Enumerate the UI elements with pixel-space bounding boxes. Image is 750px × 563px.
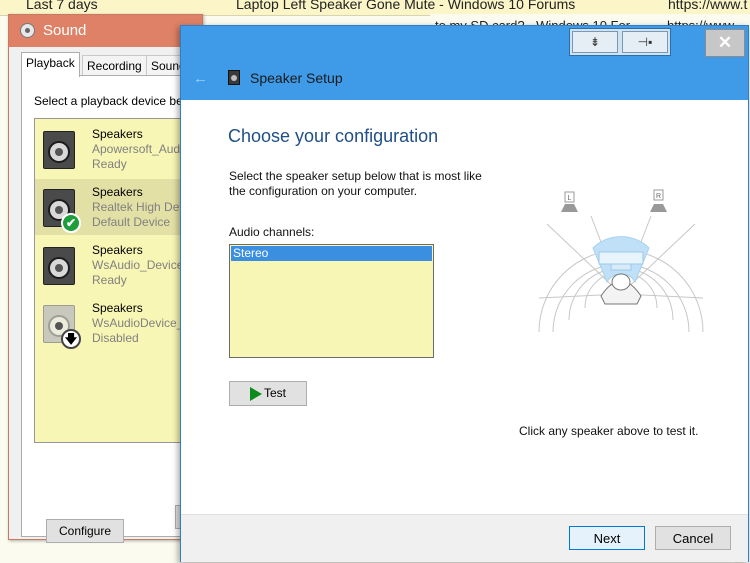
sound-tabs: Playback Recording Sounds — [21, 52, 201, 77]
sound-title-bar[interactable]: Sound — [9, 15, 202, 47]
sound-dialog: Sound Playback Recording Sounds Select a… — [8, 14, 204, 543]
page-title: Choose your configuration — [228, 126, 439, 146]
setup-content: Choose your configuration Select the spe… — [181, 100, 748, 514]
channel-option-stereo[interactable]: Stereo — [231, 246, 432, 261]
device-list[interactable]: Speakers Apowersoft_Audio Ready ✔ Speake… — [34, 118, 204, 443]
minimize-tool-icon[interactable]: ⇟ — [572, 31, 618, 53]
pin-tool-icon[interactable]: ⊣▪ — [622, 31, 668, 53]
sound-title: Sound — [43, 22, 87, 39]
speaker-icon — [20, 23, 35, 38]
test-hint-text: Click any speaker above to test it. — [519, 424, 699, 438]
speaker-setup-window: ⇟ ⊣▪ ✕ ← Speaker Setup Choose your confi… — [180, 25, 749, 562]
device-status: Disabled — [92, 331, 139, 345]
device-status: Ready — [92, 157, 127, 171]
playback-panel: Select a playback device below Speakers … — [21, 75, 204, 543]
setup-footer: Next Cancel — [181, 514, 748, 562]
setup-title: Speaker Setup — [250, 70, 343, 86]
select-device-label: Select a playback device below — [34, 94, 199, 108]
audio-channels-label: Audio channels: — [229, 225, 315, 239]
device-description: Apowersoft_Audio — [92, 142, 190, 156]
device-description: WsAudioDevice_3 — [92, 316, 191, 330]
speaker-icon — [228, 70, 240, 85]
device-item[interactable]: Speakers WsAudio_Device(1) Ready — [35, 237, 204, 293]
checkmark-icon: ✔ — [61, 213, 81, 233]
play-icon — [249, 386, 262, 401]
next-button[interactable]: Next — [569, 526, 645, 550]
down-arrow-icon: 🡇 — [61, 329, 81, 349]
configure-button[interactable]: Configure — [46, 519, 124, 543]
right-speaker-icon[interactable]: R — [650, 189, 667, 212]
browser-url-text: https://www.t — [668, 0, 748, 12]
audio-channels-list[interactable]: Stereo — [229, 244, 434, 358]
device-name: Speakers — [92, 243, 143, 257]
tab-recording[interactable]: Recording — [82, 55, 147, 76]
svg-text:L: L — [568, 195, 572, 202]
device-status: Default Device — [92, 215, 171, 229]
tab-playback[interactable]: Playback — [21, 52, 80, 77]
device-status: Ready — [92, 273, 127, 287]
instructions-text: Select the speaker setup below that is m… — [229, 169, 482, 198]
device-item-disabled[interactable]: 🡇 Speakers WsAudioDevice_3 Disabled — [35, 295, 204, 351]
left-speaker-icon[interactable]: L — [561, 191, 578, 212]
device-name: Speakers — [92, 185, 143, 199]
setup-title-bar[interactable]: ⇟ ⊣▪ ✕ ← Speaker Setup — [181, 26, 748, 100]
speaker-layout-diagram: L R — [538, 189, 704, 333]
svg-text:R: R — [656, 193, 661, 200]
history-filter-text: Last 7 days — [26, 0, 98, 12]
browser-tab-title[interactable]: Laptop Left Speaker Gone Mute - Windows … — [236, 0, 575, 12]
cancel-button[interactable]: Cancel — [655, 526, 731, 550]
test-label: Test — [263, 386, 286, 401]
device-item-default[interactable]: ✔ Speakers Realtek High Definition Defau… — [35, 179, 204, 235]
monitor-shape — [598, 251, 644, 265]
back-arrow-icon[interactable]: ← — [193, 70, 208, 87]
test-button[interactable]: Test — [229, 381, 307, 406]
speaker-device-icon — [43, 131, 75, 169]
toolbar-group: ⇟ ⊣▪ — [569, 28, 671, 56]
device-name: Speakers — [92, 127, 143, 141]
device-item[interactable]: Speakers Apowersoft_Audio Ready — [35, 121, 204, 177]
speaker-device-icon — [43, 247, 75, 285]
close-icon[interactable]: ✕ — [705, 29, 745, 57]
device-name: Speakers — [92, 301, 143, 315]
